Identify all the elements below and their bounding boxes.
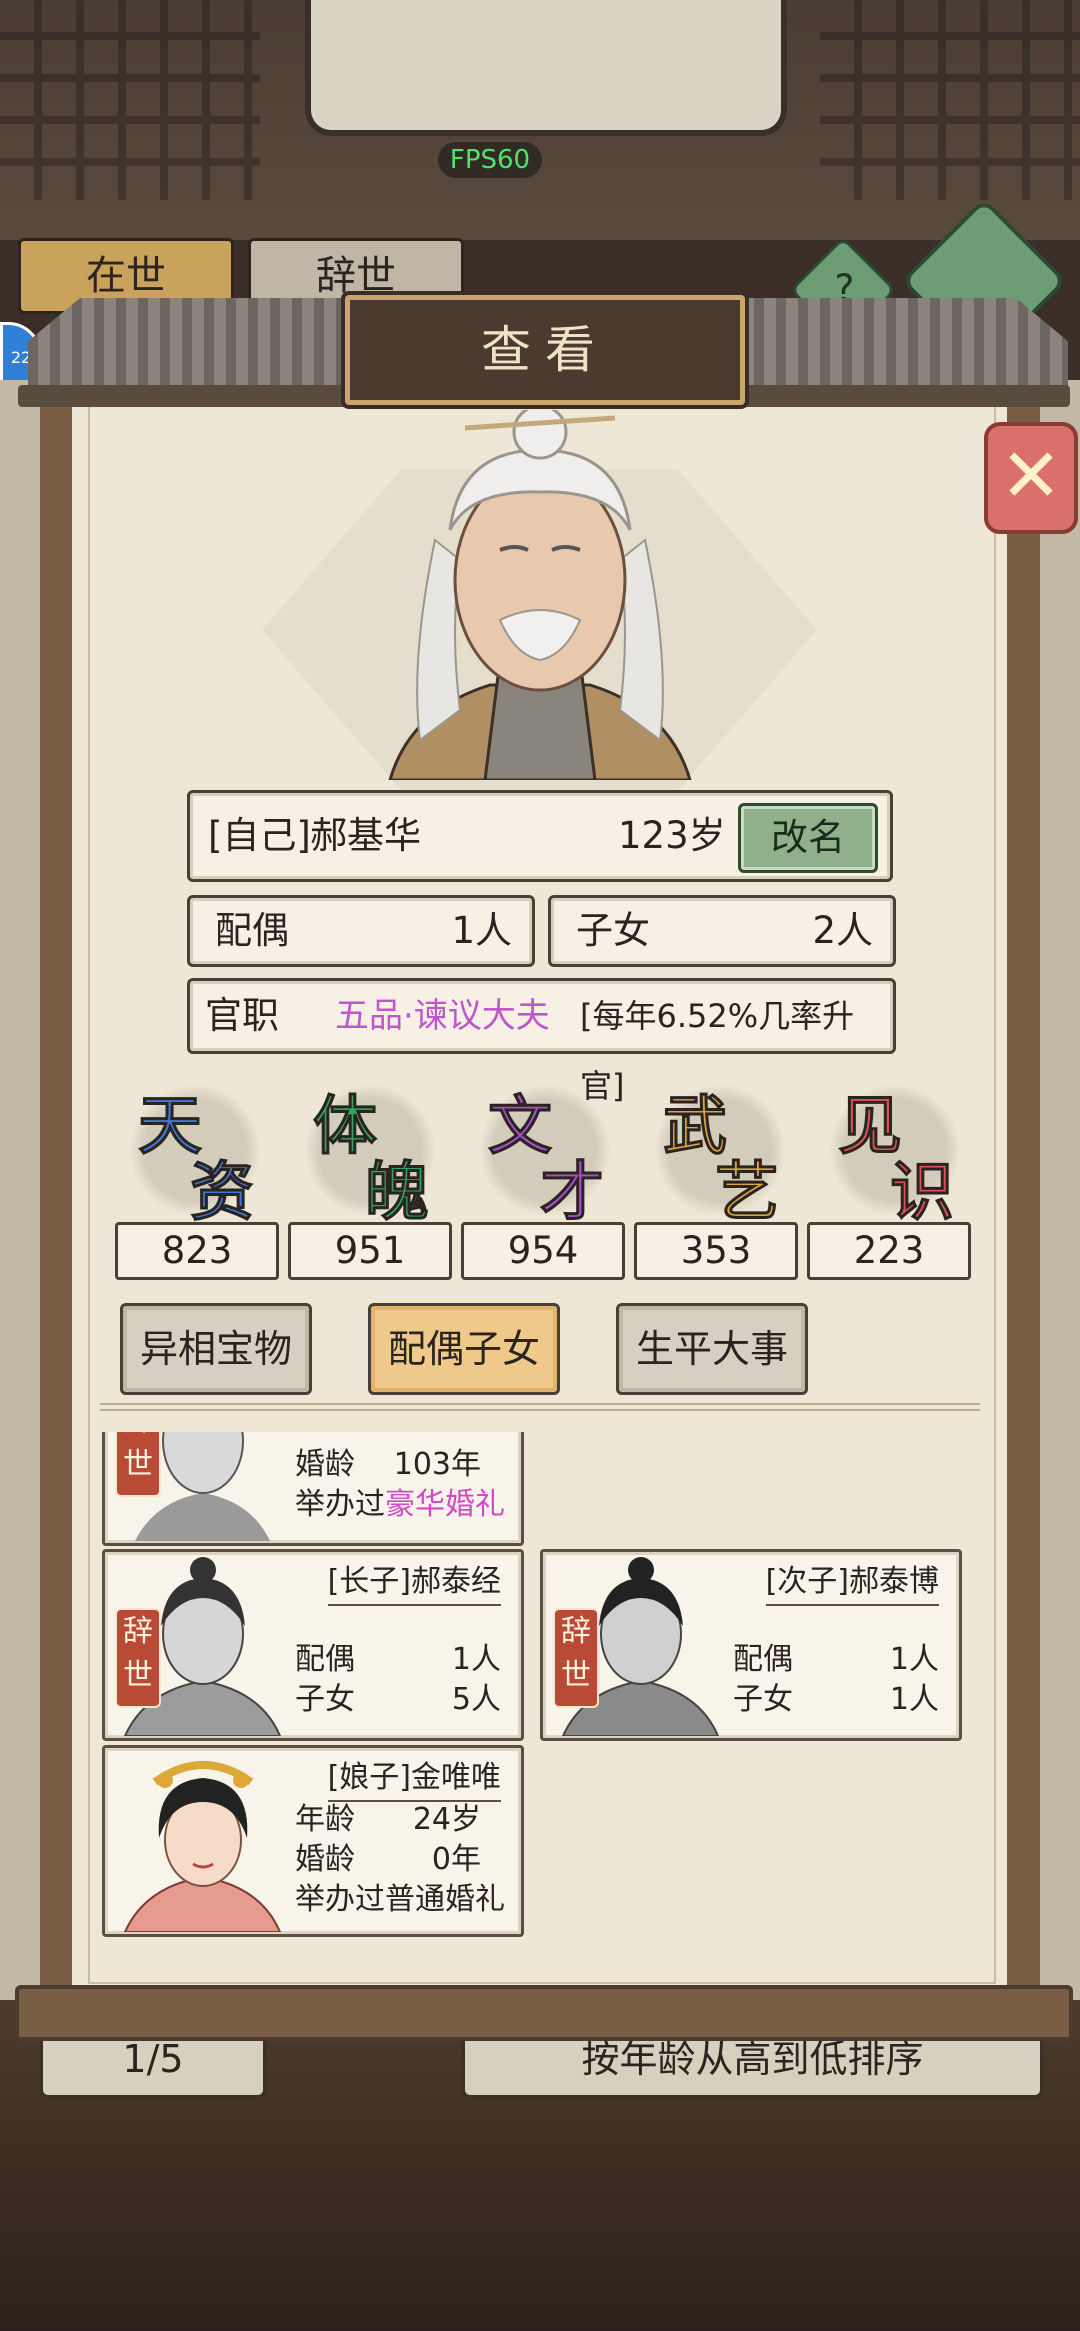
section-divider: [100, 1403, 980, 1411]
stat-talent-value: 823: [115, 1222, 279, 1280]
character-name: 郝基华: [310, 814, 421, 857]
family-card-wife[interactable]: [娘子]金唯唯 年龄 24岁 婚龄 0年 举办过普通婚礼: [102, 1745, 524, 1937]
tab-treasures[interactable]: 异相宝物: [120, 1303, 312, 1395]
marriage-label: 婚龄: [295, 1447, 355, 1482]
age-label: 年龄: [295, 1802, 355, 1837]
member-name-text: 郝泰博: [849, 1564, 939, 1599]
wedding-row: 举办过豪华婚礼: [295, 1485, 520, 1525]
spouse-count: 1人: [451, 909, 512, 952]
stat-insight-value: 223: [807, 1222, 971, 1280]
fps-counter: FPS60: [438, 142, 542, 178]
marriage-years: 0年: [431, 1842, 481, 1877]
stat-martial-value: 353: [634, 1222, 798, 1280]
stat-talent-char2: 资: [190, 1155, 255, 1231]
stat-insight: 见 识: [820, 1075, 970, 1231]
children-count: 5人: [451, 1682, 501, 1717]
children-count: 1人: [889, 1682, 939, 1717]
office-row: 官职 五品·谏议大夫 [每年6.52%几率升官]: [187, 978, 896, 1105]
member-age: 24岁: [412, 1802, 481, 1837]
tab-life-events[interactable]: 生平大事: [616, 1303, 808, 1395]
children-count: 2人: [812, 909, 873, 952]
family-list[interactable]: 辞世 婚龄 103年 举办过豪华婚礼 辞世 [长子]郝泰经 配偶 1人 子女 5…: [100, 1432, 980, 1942]
dialog-bottom-beam: [15, 1985, 1073, 2041]
close-button[interactable]: ✕: [984, 422, 1078, 534]
marriage-years: 103年: [393, 1447, 481, 1482]
children-label: 子女: [733, 1682, 793, 1717]
stat-literary-value: 954: [461, 1222, 625, 1280]
member-name: [娘子]金唯唯: [327, 1756, 501, 1802]
spouse-count: 1人: [451, 1642, 501, 1677]
painting-window: [305, 0, 787, 136]
spouse-row: 配偶 1人: [187, 895, 535, 967]
wedding-type: 普通婚礼: [385, 1882, 505, 1917]
list-rail-left: [0, 380, 44, 2030]
family-card-deceased[interactable]: 辞世 婚龄 103年 举办过豪华婚礼: [102, 1432, 524, 1546]
children-label: 子女: [295, 1682, 355, 1717]
member-name: [次子]郝泰博: [765, 1560, 939, 1606]
deceased-tag: 辞世: [115, 1432, 161, 1497]
family-card-eldest-son[interactable]: 辞世 [长子]郝泰经 配偶 1人 子女 5人: [102, 1549, 524, 1741]
character-portrait: [388, 410, 692, 780]
wedding-type: 豪华婚礼: [385, 1487, 505, 1522]
window-lattice-right: [820, 0, 1080, 200]
relation-label: [自己]: [208, 814, 311, 857]
dialog-title: 查看: [345, 295, 745, 405]
spouse-label: 配偶: [215, 909, 289, 952]
tab-spouse-children[interactable]: 配偶子女: [368, 1303, 560, 1395]
children-row: 子女 2人: [548, 895, 896, 967]
member-relation: [娘子]: [327, 1760, 411, 1795]
stat-martial: 武 艺: [645, 1075, 795, 1231]
spouse-label: 配偶: [733, 1642, 793, 1677]
stat-talent: 天 资: [120, 1075, 270, 1231]
member-name-text: 郝泰经: [411, 1564, 501, 1599]
character-age: 123岁: [618, 814, 726, 857]
family-card-second-son[interactable]: 辞世 [次子]郝泰博 配偶 1人 子女 1人: [540, 1549, 962, 1741]
window-lattice-left: [0, 0, 260, 200]
member-name: [长子]郝泰经: [327, 1560, 501, 1606]
office-title: 五品·谏议大夫: [335, 996, 550, 1036]
rename-button[interactable]: 改名: [738, 803, 878, 873]
stat-physique: 体 魄: [295, 1075, 445, 1231]
deceased-tag: 辞世: [553, 1608, 599, 1708]
children-label: 子女: [576, 909, 650, 952]
spouse-count: 1人: [889, 1642, 939, 1677]
close-icon: ✕: [999, 433, 1062, 519]
wedding-row: 举办过普通婚礼: [295, 1880, 520, 1920]
list-rail-right: [1036, 380, 1080, 2030]
marriage-label: 婚龄: [295, 1842, 355, 1877]
stat-physique-value: 951: [288, 1222, 452, 1280]
stat-literary: 文 才: [470, 1075, 620, 1231]
stat-physique-char2: 魄: [365, 1155, 430, 1231]
wedding-prefix: 举办过: [295, 1487, 385, 1522]
spouse-label: 配偶: [295, 1642, 355, 1677]
avatar: [123, 1761, 282, 1932]
member-relation: [次子]: [765, 1564, 849, 1599]
member-name-text: 金唯唯: [411, 1760, 501, 1795]
member-relation: [长子]: [327, 1564, 411, 1599]
stat-insight-char2: 识: [890, 1155, 955, 1231]
stat-martial-char2: 艺: [715, 1155, 780, 1231]
stat-literary-char2: 才: [540, 1155, 605, 1231]
wedding-prefix: 举办过: [295, 1882, 385, 1917]
office-label: 官职: [205, 994, 279, 1037]
deceased-tag: 辞世: [115, 1608, 161, 1708]
